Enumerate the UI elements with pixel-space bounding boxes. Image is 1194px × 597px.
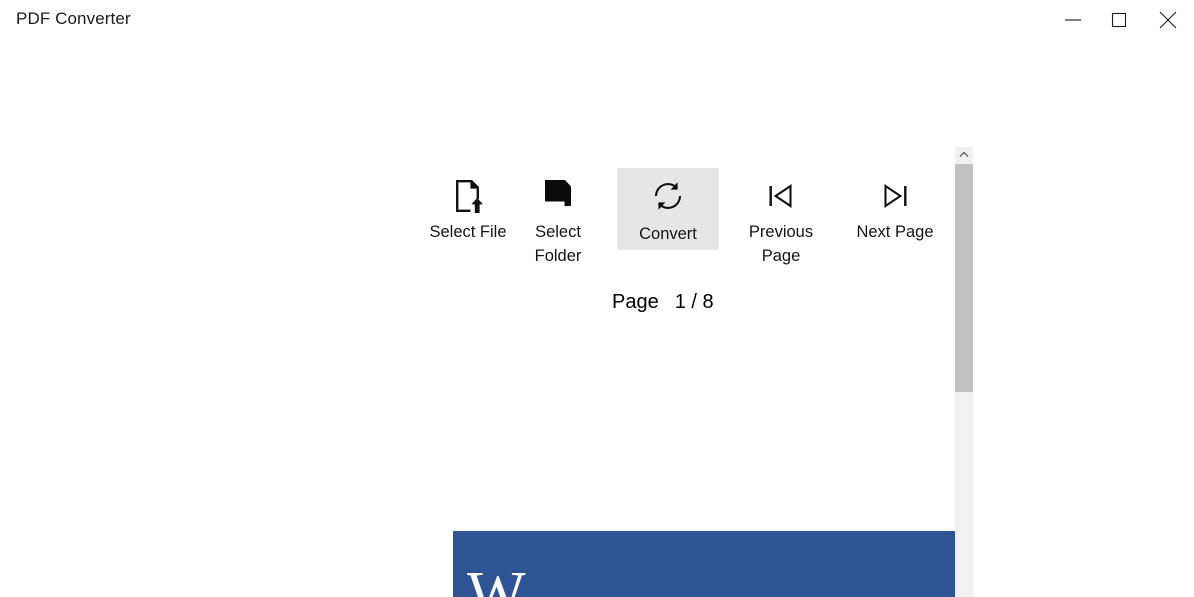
page-indicator-value: 1 / 8 <box>674 291 714 313</box>
previous-page-icon <box>762 174 800 218</box>
file-upload-icon <box>450 174 486 218</box>
scrollbar-up-button[interactable] <box>955 147 973 164</box>
select-folder-label: Select Folder <box>534 223 582 265</box>
maximize-icon <box>1107 8 1131 32</box>
close-button[interactable] <box>1142 0 1194 40</box>
previous-page-label: Previous Page <box>748 223 814 265</box>
convert-label: Convert <box>639 225 697 243</box>
minimize-button[interactable] <box>1050 0 1096 40</box>
title-bar: PDF Converter <box>0 0 1194 40</box>
convert-button[interactable]: Convert <box>617 168 719 250</box>
refresh-sync-icon <box>649 174 687 218</box>
scrollbar-thumb[interactable] <box>955 164 973 392</box>
toolbar: Select File Select Folder Convert Previo… <box>417 168 947 272</box>
page-indicator: Page 1 / 8 <box>612 288 714 316</box>
document-heading-text: W <box>467 560 527 597</box>
next-page-button[interactable]: Next Page <box>843 168 947 248</box>
chevron-up-icon <box>958 148 970 163</box>
document-preview-area[interactable]: W <box>0 40 955 597</box>
select-folder-button[interactable]: Select Folder <box>521 168 595 272</box>
page-indicator-label: Page <box>612 291 659 313</box>
minimize-icon <box>1061 8 1085 32</box>
maximize-button[interactable] <box>1096 0 1142 40</box>
select-file-button[interactable]: Select File <box>417 168 519 248</box>
select-file-label: Select File <box>429 223 507 241</box>
scrollbar-track[interactable] <box>955 392 973 597</box>
app-window: PDF Converter W Select File Select Folde… <box>0 0 1194 597</box>
folder-icon <box>541 174 575 218</box>
previous-page-button[interactable]: Previous Page <box>741 168 821 272</box>
next-page-icon <box>876 174 914 218</box>
next-page-label: Next Page <box>856 223 934 241</box>
window-controls <box>1050 0 1194 40</box>
vertical-scrollbar[interactable] <box>955 147 973 597</box>
window-title: PDF Converter <box>16 9 131 28</box>
document-page-banner: W <box>453 531 955 597</box>
close-icon <box>1155 7 1181 33</box>
